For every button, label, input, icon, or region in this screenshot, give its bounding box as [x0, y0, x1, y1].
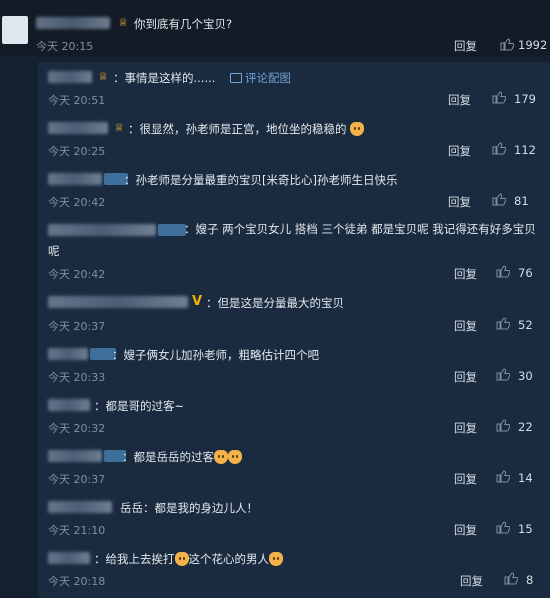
like-count: 76: [518, 266, 533, 280]
reply-text: ：很显然，孙老师是正宫，地位坐的稳稳的: [128, 121, 365, 137]
reply-button[interactable]: 回复: [460, 573, 483, 589]
username-blurred[interactable]: [48, 71, 92, 83]
reply-text: ：孙老师是分量最重的宝贝[米奇比心]孙老师生日快乐: [124, 173, 398, 187]
reply-button[interactable]: 回复: [454, 471, 477, 487]
like-count: 8: [526, 573, 534, 587]
username-blurred[interactable]: [36, 17, 110, 29]
reply-time: 今天 20:42: [48, 196, 106, 209]
top-comment: ♕ 你到底有几个宝贝? 今天 20:15 回复 1992: [0, 0, 550, 56]
reply-text: ：都是岳岳的过客: [122, 449, 242, 465]
like-icon[interactable]: [492, 142, 506, 155]
vip-icon: V: [192, 294, 203, 309]
comment-time: 今天 20:15: [36, 40, 94, 53]
like-count: 81: [514, 194, 529, 208]
reply-text: 岳岳：都是我的身边儿人！: [120, 501, 258, 515]
cat-emoji-icon: [214, 450, 228, 464]
username-blurred[interactable]: [48, 122, 108, 134]
reply-time: 今天 20:42: [48, 268, 106, 281]
reply-text: ：但是这是分量最大的宝贝: [206, 296, 344, 310]
cat-emoji-icon: [269, 552, 283, 566]
like-count: 14: [518, 471, 533, 485]
reply-button[interactable]: 回复: [454, 420, 477, 436]
like-icon[interactable]: [496, 521, 510, 534]
crown-badge-icon: ♕: [114, 121, 124, 134]
reply-text: ：给我上去挨打 这个花心的男人: [94, 551, 283, 567]
comment-image-link[interactable]: 评论配图: [230, 70, 291, 86]
like-icon[interactable]: [496, 368, 510, 381]
like-icon[interactable]: [492, 91, 506, 104]
reply-button[interactable]: 回复: [448, 143, 471, 159]
reply-time: 今天 20:51: [48, 94, 106, 107]
like-count: 22: [518, 420, 533, 434]
reply-time: 今天 20:32: [48, 422, 106, 435]
cat-emoji-icon: [228, 450, 242, 464]
cat-emoji-icon: [350, 122, 365, 136]
comment-text: 你到底有几个宝贝?: [134, 17, 233, 31]
like-count: 15: [518, 522, 533, 536]
reply-text: ：事情是这样的......: [113, 71, 216, 85]
like-icon[interactable]: [496, 419, 510, 432]
reply-button[interactable]: 回复: [454, 318, 477, 334]
reply-button[interactable]: 回复: [448, 92, 471, 108]
reply-button[interactable]: 回复: [454, 266, 477, 282]
like-icon[interactable]: [496, 470, 510, 483]
cat-emoji-icon: [174, 552, 189, 566]
like-count: 179: [514, 92, 536, 106]
reply-time: 今天 20:37: [48, 320, 106, 333]
like-count: 112: [514, 143, 536, 157]
reply-button[interactable]: 回复: [454, 38, 477, 54]
reply-text: ：嫂子 两个宝贝女儿 搭档 三个徒弟 都是宝贝呢 我记得还有好多宝贝呢: [48, 222, 536, 258]
like-icon[interactable]: [496, 265, 510, 278]
reply-time: 今天 20:33: [48, 371, 106, 384]
reply-time: 今天 20:37: [48, 473, 106, 486]
avatar[interactable]: [2, 16, 28, 44]
like-icon[interactable]: [500, 38, 514, 51]
comment-thread: ♕ 你到底有几个宝贝? 今天 20:15 回复 1992 ♕ ：事情是这样的..…: [0, 0, 550, 598]
image-icon: [230, 73, 242, 83]
username-blurred[interactable]: [48, 501, 112, 513]
like-icon[interactable]: [496, 317, 510, 330]
username-blurred[interactable]: [48, 173, 102, 185]
like-icon[interactable]: [504, 572, 518, 585]
reply-time: 今天 21:10: [48, 524, 106, 537]
like-icon[interactable]: [492, 193, 506, 206]
reply-button[interactable]: 回复: [448, 194, 471, 210]
username-blurred[interactable]: [48, 296, 188, 308]
username-blurred[interactable]: [48, 450, 102, 462]
reply-time: 今天 20:18: [48, 575, 106, 588]
username-blurred[interactable]: [48, 348, 88, 360]
username-blurred[interactable]: [48, 399, 90, 411]
reply-text: ：嫂子俩女儿加孙老师，粗略估计四个吧: [112, 348, 319, 362]
reply-button[interactable]: 回复: [454, 369, 477, 385]
crown-badge-icon: ♕: [98, 70, 108, 83]
like-count: 30: [518, 369, 533, 383]
crown-badge-icon: ♕: [118, 16, 128, 29]
like-count: 52: [518, 318, 533, 332]
username-blurred[interactable]: [48, 552, 90, 564]
reply-time: 今天 20:25: [48, 145, 106, 158]
reply-text: ：都是哥的过客~: [94, 399, 185, 413]
reply-button[interactable]: 回复: [454, 522, 477, 538]
like-count: 1992: [518, 38, 548, 52]
